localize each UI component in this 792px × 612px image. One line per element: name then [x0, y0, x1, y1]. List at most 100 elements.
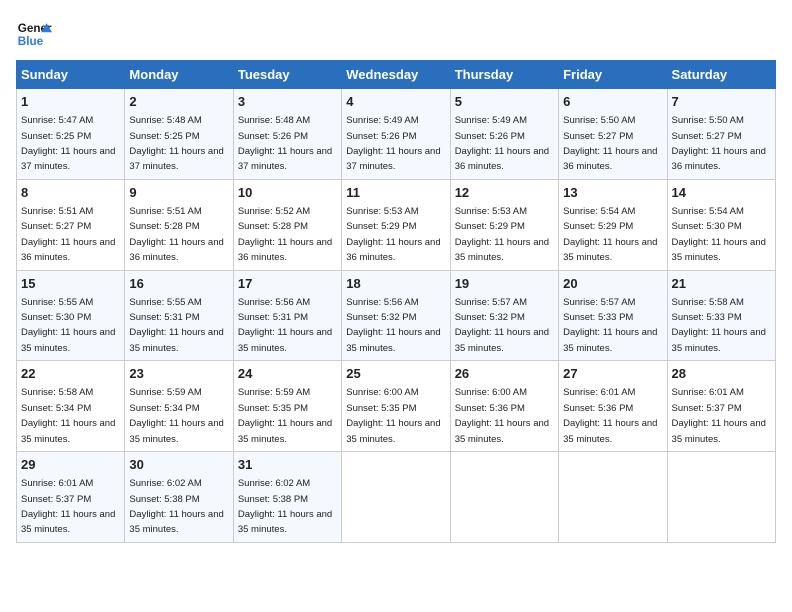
day-info: Sunrise: 5:58 AMSunset: 5:33 PMDaylight:…	[672, 297, 766, 354]
logo: General Blue	[16, 16, 52, 52]
calendar-week-4: 22 Sunrise: 5:58 AMSunset: 5:34 PMDayligh…	[17, 361, 776, 452]
weekday-header-wednesday: Wednesday	[342, 61, 450, 89]
day-number: 11	[346, 184, 445, 202]
day-info: Sunrise: 5:50 AMSunset: 5:27 PMDaylight:…	[672, 115, 766, 172]
day-number: 4	[346, 93, 445, 111]
calendar-week-3: 15 Sunrise: 5:55 AMSunset: 5:30 PMDayligh…	[17, 270, 776, 361]
calendar-cell: 28 Sunrise: 6:01 AMSunset: 5:37 PMDayligh…	[667, 361, 775, 452]
calendar-week-1: 1 Sunrise: 5:47 AMSunset: 5:25 PMDaylight…	[17, 89, 776, 180]
calendar-cell: 2Sunrise: 5:48 AMSunset: 5:25 PMDaylight…	[125, 89, 233, 180]
calendar-cell: 19Sunrise: 5:57 AMSunset: 5:32 PMDayligh…	[450, 270, 558, 361]
day-info: Sunrise: 5:56 AMSunset: 5:32 PMDaylight:…	[346, 297, 440, 354]
calendar-cell: 5 Sunrise: 5:49 AMSunset: 5:26 PMDaylight…	[450, 89, 558, 180]
calendar-header-row: SundayMondayTuesdayWednesdayThursdayFrid…	[17, 61, 776, 89]
calendar-cell: 18 Sunrise: 5:56 AMSunset: 5:32 PMDayligh…	[342, 270, 450, 361]
day-info: Sunrise: 5:57 AMSunset: 5:33 PMDaylight:…	[563, 297, 657, 354]
day-info: Sunrise: 5:53 AMSunset: 5:29 PMDaylight:…	[346, 206, 440, 263]
day-info: Sunrise: 6:01 AMSunset: 5:37 PMDaylight:…	[21, 478, 115, 535]
day-info: Sunrise: 5:55 AMSunset: 5:31 PMDaylight:…	[129, 297, 223, 354]
calendar-cell: 16 Sunrise: 5:55 AMSunset: 5:31 PMDayligh…	[125, 270, 233, 361]
day-number: 27	[563, 365, 662, 383]
day-number: 25	[346, 365, 445, 383]
svg-text:Blue: Blue	[18, 35, 44, 48]
day-number: 7	[672, 93, 771, 111]
day-number: 30	[129, 456, 228, 474]
day-info: Sunrise: 5:53 AMSunset: 5:29 PMDaylight:…	[455, 206, 549, 263]
day-number: 20	[563, 275, 662, 293]
calendar-table: SundayMondayTuesdayWednesdayThursdayFrid…	[16, 60, 776, 543]
day-number: 31	[238, 456, 337, 474]
calendar-cell: 10Sunrise: 5:52 AMSunset: 5:28 PMDayligh…	[233, 179, 341, 270]
calendar-cell: 23Sunrise: 5:59 AMSunset: 5:34 PMDayligh…	[125, 361, 233, 452]
calendar-cell: 30Sunrise: 6:02 AMSunset: 5:38 PMDayligh…	[125, 452, 233, 543]
calendar-week-5: 29 Sunrise: 6:01 AMSunset: 5:37 PMDayligh…	[17, 452, 776, 543]
day-info: Sunrise: 5:55 AMSunset: 5:30 PMDaylight:…	[21, 297, 115, 354]
day-info: Sunrise: 5:56 AMSunset: 5:31 PMDaylight:…	[238, 297, 332, 354]
calendar-cell: 1 Sunrise: 5:47 AMSunset: 5:25 PMDaylight…	[17, 89, 125, 180]
calendar-cell	[450, 452, 558, 543]
page-header: General Blue	[16, 16, 776, 52]
calendar-cell: 29 Sunrise: 6:01 AMSunset: 5:37 PMDayligh…	[17, 452, 125, 543]
day-info: Sunrise: 5:50 AMSunset: 5:27 PMDaylight:…	[563, 115, 657, 172]
day-info: Sunrise: 6:01 AMSunset: 5:36 PMDaylight:…	[563, 387, 657, 444]
weekday-header-sunday: Sunday	[17, 61, 125, 89]
calendar-cell: 6Sunrise: 5:50 AMSunset: 5:27 PMDaylight…	[559, 89, 667, 180]
day-number: 1	[21, 93, 120, 111]
calendar-cell: 4Sunrise: 5:49 AMSunset: 5:26 PMDaylight…	[342, 89, 450, 180]
day-number: 24	[238, 365, 337, 383]
day-info: Sunrise: 6:01 AMSunset: 5:37 PMDaylight:…	[672, 387, 766, 444]
calendar-cell: 20 Sunrise: 5:57 AMSunset: 5:33 PMDayligh…	[559, 270, 667, 361]
day-number: 15	[21, 275, 120, 293]
day-info: Sunrise: 5:54 AMSunset: 5:30 PMDaylight:…	[672, 206, 766, 263]
calendar-body: 1 Sunrise: 5:47 AMSunset: 5:25 PMDaylight…	[17, 89, 776, 543]
calendar-cell: 14 Sunrise: 5:54 AMSunset: 5:30 PMDayligh…	[667, 179, 775, 270]
day-info: Sunrise: 5:51 AMSunset: 5:28 PMDaylight:…	[129, 206, 223, 263]
day-info: Sunrise: 5:51 AMSunset: 5:27 PMDaylight:…	[21, 206, 115, 263]
calendar-cell: 13Sunrise: 5:54 AMSunset: 5:29 PMDayligh…	[559, 179, 667, 270]
weekday-header-monday: Monday	[125, 61, 233, 89]
calendar-cell: 15 Sunrise: 5:55 AMSunset: 5:30 PMDayligh…	[17, 270, 125, 361]
calendar-cell: 27 Sunrise: 6:01 AMSunset: 5:36 PMDayligh…	[559, 361, 667, 452]
calendar-cell: 3 Sunrise: 5:48 AMSunset: 5:26 PMDaylight…	[233, 89, 341, 180]
calendar-cell: 24 Sunrise: 5:59 AMSunset: 5:35 PMDayligh…	[233, 361, 341, 452]
calendar-week-2: 8 Sunrise: 5:51 AMSunset: 5:27 PMDaylight…	[17, 179, 776, 270]
calendar-cell	[342, 452, 450, 543]
calendar-cell: 8 Sunrise: 5:51 AMSunset: 5:27 PMDaylight…	[17, 179, 125, 270]
day-number: 18	[346, 275, 445, 293]
day-number: 26	[455, 365, 554, 383]
day-number: 17	[238, 275, 337, 293]
day-number: 8	[21, 184, 120, 202]
day-number: 14	[672, 184, 771, 202]
day-info: Sunrise: 5:49 AMSunset: 5:26 PMDaylight:…	[455, 115, 549, 172]
day-info: Sunrise: 5:59 AMSunset: 5:35 PMDaylight:…	[238, 387, 332, 444]
day-info: Sunrise: 5:58 AMSunset: 5:34 PMDaylight:…	[21, 387, 115, 444]
calendar-cell: 9Sunrise: 5:51 AMSunset: 5:28 PMDaylight…	[125, 179, 233, 270]
day-info: Sunrise: 5:47 AMSunset: 5:25 PMDaylight:…	[21, 115, 115, 172]
calendar-cell: 21 Sunrise: 5:58 AMSunset: 5:33 PMDayligh…	[667, 270, 775, 361]
day-info: Sunrise: 6:00 AMSunset: 5:35 PMDaylight:…	[346, 387, 440, 444]
day-number: 19	[455, 275, 554, 293]
calendar-cell: 22 Sunrise: 5:58 AMSunset: 5:34 PMDayligh…	[17, 361, 125, 452]
day-number: 3	[238, 93, 337, 111]
day-number: 16	[129, 275, 228, 293]
calendar-cell: 17 Sunrise: 5:56 AMSunset: 5:31 PMDayligh…	[233, 270, 341, 361]
calendar-cell	[559, 452, 667, 543]
calendar-cell: 25 Sunrise: 6:00 AMSunset: 5:35 PMDayligh…	[342, 361, 450, 452]
day-number: 21	[672, 275, 771, 293]
logo-icon: General Blue	[16, 16, 52, 52]
day-info: Sunrise: 5:54 AMSunset: 5:29 PMDaylight:…	[563, 206, 657, 263]
day-number: 28	[672, 365, 771, 383]
day-number: 29	[21, 456, 120, 474]
day-info: Sunrise: 5:59 AMSunset: 5:34 PMDaylight:…	[129, 387, 223, 444]
calendar-cell	[667, 452, 775, 543]
weekday-header-tuesday: Tuesday	[233, 61, 341, 89]
weekday-header-friday: Friday	[559, 61, 667, 89]
weekday-header-saturday: Saturday	[667, 61, 775, 89]
day-info: Sunrise: 6:02 AMSunset: 5:38 PMDaylight:…	[238, 478, 332, 535]
calendar-cell: 11 Sunrise: 5:53 AMSunset: 5:29 PMDayligh…	[342, 179, 450, 270]
day-number: 10	[238, 184, 337, 202]
day-number: 5	[455, 93, 554, 111]
day-info: Sunrise: 5:48 AMSunset: 5:26 PMDaylight:…	[238, 115, 332, 172]
day-number: 22	[21, 365, 120, 383]
calendar-cell: 12Sunrise: 5:53 AMSunset: 5:29 PMDayligh…	[450, 179, 558, 270]
